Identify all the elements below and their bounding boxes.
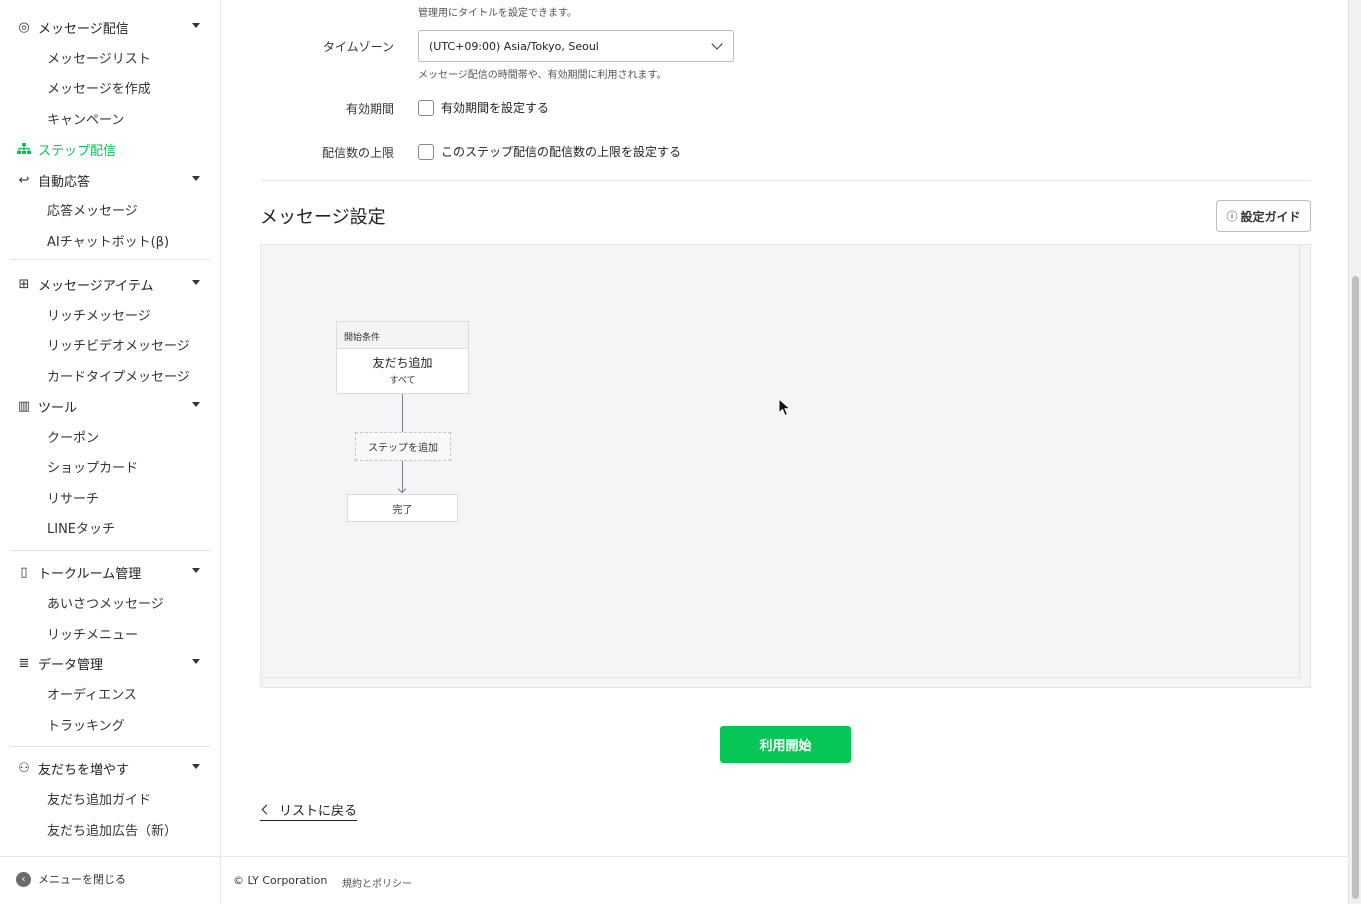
nav-group-step[interactable]: ステップ配信 [0,134,221,164]
limit-checkbox-label: このステップ配信の配信数の上限を設定する [441,145,682,159]
sidebar-divider [10,259,210,260]
nav-group-talkroom[interactable]: ▯ トークルーム管理 [0,557,221,587]
caret-down-icon [192,176,200,181]
talkroom-icon: ▯ [20,564,28,580]
sidebar-item-rich-video[interactable]: リッチビデオメッセージ [47,331,190,357]
arrow-down-icon [397,484,407,494]
nav-group-label: データ管理 [38,657,104,673]
sidebar-item-reply-message[interactable]: 応答メッセージ [47,196,138,222]
start-condition-card[interactable]: 開始条件 友だち追加 すべて [336,321,469,394]
sidebar-item-card-type[interactable]: カードタイプメッセージ [47,362,190,388]
mouse-cursor-icon [778,398,792,417]
timezone-value: (UTC+09:00) Asia/Tokyo, Seoul [429,39,599,53]
title-hint: 管理用にタイトルを設定できます。 [418,8,577,19]
close-menu-button[interactable]: ‹ メニューを閉じる [16,871,126,887]
nav-group-label: トークルーム管理 [38,566,142,582]
canvas-border [1299,245,1300,677]
nav-group-label: ステップ配信 [38,143,117,159]
nav-group-label: ツール [38,400,78,416]
timezone-hint: メッセージ配信の時間帯や、有効期間に利用されます。 [418,70,667,81]
start-condition-header: 開始条件 [337,322,468,349]
nav-group-message[interactable]: ◎ メッセージ配信 [0,12,221,42]
add-user-icon: ⚇ [18,760,30,776]
caret-down-icon [192,764,200,769]
settings-guide-label: 設定ガイド [1240,209,1301,224]
timezone-label: タイムゾーン [322,40,394,54]
sidebar-item-message-list[interactable]: メッセージリスト [47,44,151,70]
validity-checkbox[interactable]: 有効期間を設定する [418,99,549,116]
close-menu-label: メニューを閉じる [38,873,126,886]
limit-label: 配信数の上限 [321,146,394,160]
database-icon: ≣ [18,655,30,671]
chevron-left-icon: ‹ [16,871,31,887]
nav-group-label: 友だちを増やす [38,762,130,778]
sidebar-item-friend-guide[interactable]: 友だち追加ガイド [47,785,151,811]
section-divider [260,180,1311,181]
flow-connector [402,394,403,432]
sidebar-item-research[interactable]: リサーチ [47,484,99,510]
checkbox-box[interactable] [418,99,434,116]
sidebar-item-line-touch[interactable]: LINEタッチ [47,514,115,540]
broadcast-icon: ◎ [18,19,30,35]
sidebar-item-tracking[interactable]: トラッキング [47,711,125,737]
nav-group-label: メッセージ配信 [38,21,129,37]
add-step-button[interactable]: ステップを追加 [355,432,451,461]
chevron-down-icon [711,38,723,50]
checkbox-box[interactable] [418,143,434,160]
plus-square-icon: ⊞ [18,276,30,292]
sidebar-item-rich-menu[interactable]: リッチメニュー [47,620,138,646]
caret-down-icon [192,280,200,285]
hierarchy-icon [16,141,32,157]
timezone-select[interactable]: (UTC+09:00) Asia/Tokyo, Seoul [418,30,734,62]
caret-down-icon [192,568,200,573]
scrollbar[interactable] [1348,0,1361,904]
settings-guide-button[interactable]: ⓘ 設定ガイド [1216,200,1311,232]
validity-label: 有効期間 [345,102,394,116]
sidebar-item-campaign[interactable]: キャンペーン [47,105,124,131]
start-using-button[interactable]: 利用開始 [720,726,851,763]
main-content: 管理用にタイトルを設定できます。 タイムゾーン (UTC+09:00) Asia… [222,0,1348,904]
shop-icon: ▥ [17,398,31,414]
sidebar-item-coupon[interactable]: クーポン [47,423,99,449]
nav-group-tools[interactable]: ▥ ツール [0,391,221,421]
sidebar-item-greeting[interactable]: あいさつメッセージ [47,589,164,615]
back-to-list-link[interactable]: リストに戻る [260,800,358,821]
sidebar-item-friend-ads[interactable]: 友だち追加広告（新） [47,816,177,842]
sidebar-item-create-message[interactable]: メッセージを作成 [47,74,151,100]
scrollbar-thumb[interactable] [1352,276,1359,899]
back-to-list-label: リストに戻る [279,804,358,819]
limit-checkbox[interactable]: このステップ配信の配信数の上限を設定する [418,143,681,160]
nav-group-items[interactable]: ⊞ メッセージアイテム [0,269,221,299]
caret-down-icon [192,402,200,407]
sidebar-item-audience[interactable]: オーディエンス [47,680,137,706]
chevron-left-icon [261,804,272,815]
caret-down-icon [192,659,200,664]
nav-group-auto[interactable]: ↩ 自動応答 [0,165,221,195]
sidebar-divider [0,856,221,857]
sidebar-item-shop-card[interactable]: ショップカード [47,453,138,479]
nav-group-label: メッセージアイテム [38,278,154,294]
start-condition-title: 友だち追加 [372,356,433,370]
policy-link[interactable]: 規約とポリシー [342,875,412,890]
canvas-border [261,677,1301,678]
caret-down-icon [192,23,200,28]
start-condition-sub: すべて [389,376,416,386]
nav-group-data[interactable]: ≣ データ管理 [0,648,221,678]
done-card: 完了 [347,494,458,522]
section-title: メッセージ設定 [260,207,386,228]
footer: © LY Corporation 規約とポリシー [222,856,1348,904]
sidebar-divider [10,550,210,551]
copyright: © LY Corporation [233,874,328,887]
nav-group-friends[interactable]: ⚇ 友だちを増やす [0,753,221,783]
reply-icon: ↩ [18,172,30,188]
sidebar-divider [10,746,210,747]
flow-canvas[interactable]: 開始条件 友だち追加 すべて ステップを追加 完了 [260,244,1311,688]
info-icon: ⓘ [1226,210,1238,223]
sidebar: ◎ メッセージ配信 メッセージリスト メッセージを作成 キャンペーン ステップ配… [0,0,221,904]
sidebar-item-rich-message[interactable]: リッチメッセージ [47,301,151,327]
nav-group-label: 自動応答 [38,174,91,190]
validity-checkbox-label: 有効期間を設定する [441,101,550,115]
sidebar-item-ai-chatbot[interactable]: AIチャットボット(β) [47,227,169,253]
